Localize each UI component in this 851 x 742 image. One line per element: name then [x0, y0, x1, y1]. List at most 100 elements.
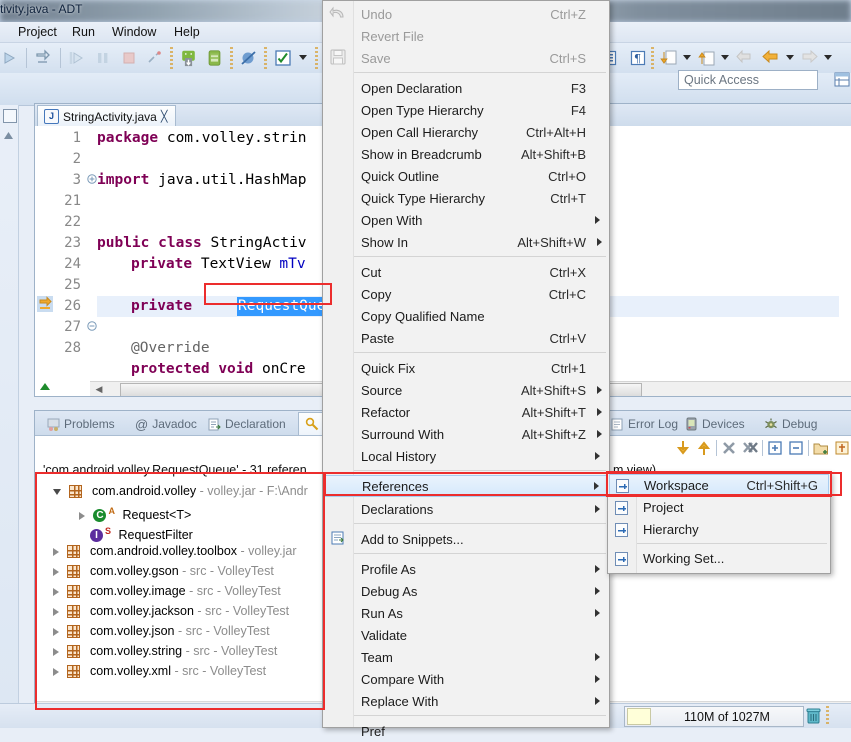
trash-icon[interactable]: [806, 708, 821, 724]
submenu-item-working-set[interactable]: Working Set...: [609, 548, 829, 570]
menu-item-open-declaration[interactable]: Open Declaration F3: [324, 77, 608, 99]
expand-arrow-closed-icon[interactable]: [53, 667, 59, 676]
previous-match-icon[interactable]: [695, 439, 713, 457]
open-search-dialog-icon[interactable]: [812, 439, 830, 457]
restore-view-icon[interactable]: [3, 109, 17, 123]
open-perspective-icon[interactable]: [833, 70, 851, 90]
menu-item-help[interactable]: Help: [168, 25, 206, 39]
tree-row-package[interactable]: com.volley.gson - src - VolleyTest: [35, 561, 274, 581]
menu-item-source[interactable]: Source Alt+Shift+S: [324, 379, 608, 401]
menu-item-compare-with[interactable]: Compare With: [324, 668, 608, 690]
remove-all-matches-icon[interactable]: [741, 439, 759, 457]
menu-item-surround-with[interactable]: Surround With Alt+Shift+Z: [324, 423, 608, 445]
expand-all-icon[interactable]: [766, 439, 784, 457]
menu-item-quick-fix[interactable]: Quick Fix Ctrl+1: [324, 357, 608, 379]
expand-arrow-closed-icon[interactable]: [53, 587, 59, 596]
menu-item-quick-outline[interactable]: Quick Outline Ctrl+O: [324, 165, 608, 187]
menu-item-run[interactable]: Run: [66, 25, 101, 39]
avd-manager-icon[interactable]: [206, 49, 223, 67]
tree-row-package[interactable]: com.volley.string - src - VolleyTest: [35, 641, 277, 661]
collapse-all-icon[interactable]: [787, 439, 805, 457]
expand-arrow-open-icon[interactable]: [53, 488, 61, 495]
menu-item-show-in-breadcrumb[interactable]: Show in Breadcrumb Alt+Shift+B: [324, 143, 608, 165]
expand-arrow-closed-icon[interactable]: [53, 627, 59, 636]
menu-item-cut[interactable]: Cut Ctrl+X: [324, 261, 608, 283]
skip-all-breakpoints-icon[interactable]: [240, 49, 258, 67]
remove-match-icon[interactable]: [720, 439, 738, 457]
menu-item-open-type-hierarchy[interactable]: Open Type Hierarchy F4: [324, 99, 608, 121]
menu-item-show-in[interactable]: Show In Alt+Shift+W: [324, 231, 608, 253]
build-dropdown-icon[interactable]: [299, 55, 307, 60]
android-sdk-manager-icon[interactable]: [180, 49, 197, 67]
close-icon[interactable]: ╳: [161, 110, 168, 123]
pilcrow-icon[interactable]: ¶: [629, 49, 647, 67]
menu-item-refactor[interactable]: Refactor Alt+Shift+T: [324, 401, 608, 423]
tree-row-package[interactable]: com.volley.image - src - VolleyTest: [35, 581, 281, 601]
menu-item-project[interactable]: Project: [12, 25, 63, 39]
back-icon[interactable]: [762, 49, 780, 67]
menu-item-team[interactable]: Team: [324, 646, 608, 668]
next-match-icon[interactable]: [674, 439, 692, 457]
menu-item-validate[interactable]: Validate: [324, 624, 608, 646]
tab-devices[interactable]: Devices: [679, 414, 751, 434]
tab-debug[interactable]: Debug: [758, 414, 823, 434]
menu-item-window[interactable]: Window: [106, 25, 162, 39]
submenu-item-workspace[interactable]: Workspace Ctrl+Shift+G: [609, 474, 829, 496]
menu-item-profile-as[interactable]: Profile As: [324, 558, 608, 580]
tree-row-package[interactable]: com.android.volley.toolbox - volley.jar: [35, 541, 297, 561]
menu-item-copy-qualified-name[interactable]: Copy Qualified Name: [324, 305, 608, 327]
menu-item-declarations[interactable]: Declarations: [324, 498, 608, 520]
run-last-icon[interactable]: [2, 49, 20, 67]
search-view-vertical-scrollbar[interactable]: [839, 481, 851, 702]
tree-row-package[interactable]: com.volley.xml - src - VolleyTest: [35, 661, 266, 681]
editor-tab-stringactivity[interactable]: J StringActivity.java ╳: [37, 105, 177, 127]
menu-item-copy[interactable]: Copy Ctrl+C: [324, 283, 608, 305]
menu-item-add-to-snippets[interactable]: Add to Snippets...: [324, 528, 608, 550]
tree-row-package[interactable]: com.android.volley - volley.jar - F:\And…: [35, 481, 308, 501]
expand-arrow-closed-icon[interactable]: [53, 567, 59, 576]
previous-annotation-icon[interactable]: [698, 49, 716, 67]
editor-context-menu[interactable]: Undo Ctrl+Z Revert File Save Ctrl+S Open D…: [322, 0, 610, 739]
tree-row-package[interactable]: com.volley.json - src - VolleyTest: [35, 621, 270, 641]
submenu-item-hierarchy[interactable]: Hierarchy: [609, 519, 829, 541]
pin-search-icon[interactable]: [833, 439, 851, 457]
tree-row-class[interactable]: CA Request<T>: [35, 501, 191, 523]
menu-item-preferences[interactable]: Pref: [324, 720, 608, 742]
menu-item-debug-as[interactable]: Debug As: [324, 580, 608, 602]
menu-item-paste[interactable]: Paste Ctrl+V: [324, 327, 608, 349]
scroll-up-icon[interactable]: [3, 131, 14, 141]
menu-item-references[interactable]: References: [324, 475, 608, 497]
menu-item-open-call-hierarchy[interactable]: Open Call Hierarchy Ctrl+Alt+H: [324, 121, 608, 143]
expand-arrow-closed-icon[interactable]: [53, 607, 59, 616]
menu-item-replace-with[interactable]: Replace With: [324, 690, 608, 712]
menu-item-local-history[interactable]: Local History: [324, 445, 608, 467]
next-annotation-icon[interactable]: [660, 49, 678, 67]
expand-arrow-closed-icon[interactable]: [53, 647, 59, 656]
quick-access-input[interactable]: Quick Access: [678, 70, 818, 90]
fold-collapse-icon[interactable]: [87, 321, 97, 331]
menu-item-open-with[interactable]: Open With: [324, 209, 608, 231]
submenu-item-project[interactable]: Project: [609, 497, 829, 519]
references-submenu[interactable]: Workspace Ctrl+Shift+G Project Hierarchy…: [607, 472, 831, 574]
skip-breakpoints-icon[interactable]: [34, 49, 52, 67]
tree-row-interface[interactable]: IS RequestFilter: [35, 521, 193, 543]
build-all-icon[interactable]: [274, 49, 292, 67]
tab-declaration[interactable]: Declaration: [202, 414, 292, 434]
tab-problems[interactable]: Problems: [41, 414, 121, 434]
tab-error-log[interactable]: Error Log: [605, 414, 684, 434]
back-dropdown-icon[interactable]: [786, 55, 794, 60]
expand-arrow-closed-icon[interactable]: [79, 511, 85, 520]
forward-dropdown-icon[interactable]: [824, 55, 832, 60]
editor-vertical-scrollbar[interactable]: [839, 126, 851, 382]
memory-indicator[interactable]: 110M of 1027M: [624, 706, 804, 727]
resume-icon: [69, 52, 83, 64]
menu-item-quick-type-hierarchy[interactable]: Quick Type Hierarchy Ctrl+T: [324, 187, 608, 209]
scroll-left-icon[interactable]: ◀: [92, 383, 106, 395]
menu-item-run-as[interactable]: Run As: [324, 602, 608, 624]
fold-expand-icon[interactable]: [87, 174, 97, 184]
previous-annotation-dropdown-icon[interactable]: [721, 55, 729, 60]
next-annotation-dropdown-icon[interactable]: [683, 55, 691, 60]
tree-row-package[interactable]: com.volley.jackson - src - VolleyTest: [35, 601, 289, 621]
tab-javadoc[interactable]: @ Javadoc: [129, 414, 203, 434]
expand-arrow-closed-icon[interactable]: [53, 547, 59, 556]
